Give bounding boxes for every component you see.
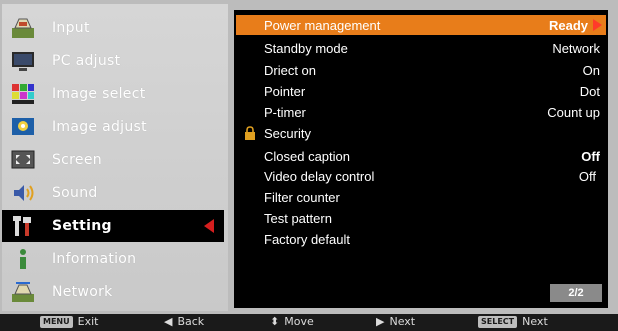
menu-item-label: Network bbox=[52, 284, 113, 300]
setting-row-security[interactable]: Security bbox=[234, 123, 608, 143]
image-select-icon bbox=[10, 82, 36, 106]
setting-row-power-management[interactable]: Power management Ready bbox=[236, 15, 606, 35]
setting-row-direct-on[interactable]: Driect on On bbox=[234, 60, 608, 80]
menu-item-image-adjust[interactable]: Image adjust bbox=[2, 111, 216, 143]
select-key-badge: SELECT bbox=[478, 315, 518, 328]
menu-item-pc-adjust[interactable]: PC adjust bbox=[2, 45, 216, 77]
screen-icon bbox=[10, 148, 36, 172]
sound-icon bbox=[10, 181, 36, 205]
setting-label: Driect on bbox=[264, 62, 317, 78]
menu-item-label: Screen bbox=[52, 152, 102, 168]
main-menu: Input PC adjust Image select Image adjus… bbox=[2, 4, 228, 311]
menu-key-badge: MENU bbox=[40, 315, 73, 328]
pc-adjust-icon bbox=[10, 49, 36, 73]
setting-value: Off bbox=[578, 168, 596, 184]
page-indicator: 2/2 bbox=[550, 284, 602, 302]
menu-item-label: PC adjust bbox=[52, 53, 121, 69]
setting-submenu: Power management Ready Standby mode Netw… bbox=[234, 10, 608, 308]
setting-row-p-timer[interactable]: P-timer Count up bbox=[234, 102, 608, 122]
network-icon bbox=[10, 280, 36, 304]
menu-item-screen[interactable]: Screen bbox=[2, 144, 216, 176]
setting-label: Pointer bbox=[264, 83, 306, 99]
up-down-arrow-icon: ⬍ bbox=[270, 315, 280, 328]
next-label: Next bbox=[389, 315, 416, 328]
left-arrow-icon: ◀ bbox=[164, 315, 173, 328]
setting-value: Dot bbox=[579, 83, 600, 99]
menu-item-label: Image select bbox=[52, 86, 146, 102]
menu-item-label: Setting bbox=[52, 218, 112, 234]
bottom-hint-bar: MENU Exit ◀ Back ⬍ Move ▶ Next SELECT Ne… bbox=[0, 314, 618, 331]
setting-label: Closed caption bbox=[264, 148, 350, 164]
setting-value: Ready bbox=[548, 17, 588, 33]
selected-arrow-icon bbox=[204, 219, 214, 233]
setting-value: Count up bbox=[547, 104, 600, 120]
setting-row-test-pattern[interactable]: Test pattern bbox=[234, 208, 608, 228]
move-label: Move bbox=[284, 315, 314, 328]
setting-value: On bbox=[582, 62, 600, 78]
right-arrow-icon: ▶ bbox=[376, 315, 385, 328]
back-label: Back bbox=[177, 315, 205, 328]
menu-item-label: Input bbox=[52, 20, 90, 36]
setting-label: Test pattern bbox=[264, 210, 332, 226]
setting-row-closed-caption[interactable]: Closed caption Off bbox=[234, 146, 608, 166]
setting-label: Factory default bbox=[264, 231, 350, 247]
setting-row-pointer[interactable]: Pointer Dot bbox=[234, 81, 608, 101]
menu-item-label: Information bbox=[52, 251, 137, 267]
setting-label: Video delay control bbox=[264, 168, 375, 184]
setting-label: Security bbox=[264, 125, 311, 141]
menu-item-label: Sound bbox=[52, 185, 98, 201]
right-arrow-icon[interactable] bbox=[593, 19, 602, 31]
setting-row-video-delay-control[interactable]: Video delay control Off bbox=[234, 166, 608, 186]
select-next-hint[interactable]: SELECT Next bbox=[478, 315, 548, 328]
input-icon bbox=[10, 16, 36, 40]
menu-item-image-select[interactable]: Image select bbox=[2, 78, 216, 110]
setting-label: P-timer bbox=[264, 104, 306, 120]
setting-value: Network bbox=[552, 40, 600, 56]
menu-item-network[interactable]: Network bbox=[2, 276, 216, 308]
setting-icon bbox=[10, 214, 36, 238]
exit-label: Exit bbox=[77, 315, 99, 328]
setting-label: Filter counter bbox=[264, 189, 340, 205]
lock-icon bbox=[244, 126, 256, 143]
setting-label: Power management bbox=[264, 17, 381, 33]
menu-item-information[interactable]: Information bbox=[2, 243, 216, 275]
setting-row-standby-mode[interactable]: Standby mode Network bbox=[234, 38, 608, 58]
move-hint: ⬍ Move bbox=[270, 315, 314, 328]
setting-label: Standby mode bbox=[264, 40, 348, 56]
menu-item-label: Image adjust bbox=[52, 119, 147, 135]
menu-item-sound[interactable]: Sound bbox=[2, 177, 216, 209]
setting-row-factory-default[interactable]: Factory default bbox=[234, 229, 608, 249]
setting-value: Off bbox=[581, 148, 600, 164]
menu-item-input[interactable]: Input bbox=[2, 12, 216, 44]
select-next-label: Next bbox=[522, 315, 548, 328]
menu-item-setting[interactable]: Setting bbox=[2, 210, 224, 242]
information-icon bbox=[10, 247, 36, 271]
back-hint[interactable]: ◀ Back bbox=[164, 315, 204, 328]
next-hint[interactable]: ▶ Next bbox=[376, 315, 415, 328]
setting-row-filter-counter[interactable]: Filter counter bbox=[234, 187, 608, 207]
exit-hint[interactable]: MENU Exit bbox=[40, 315, 98, 328]
image-adjust-icon bbox=[10, 115, 36, 139]
